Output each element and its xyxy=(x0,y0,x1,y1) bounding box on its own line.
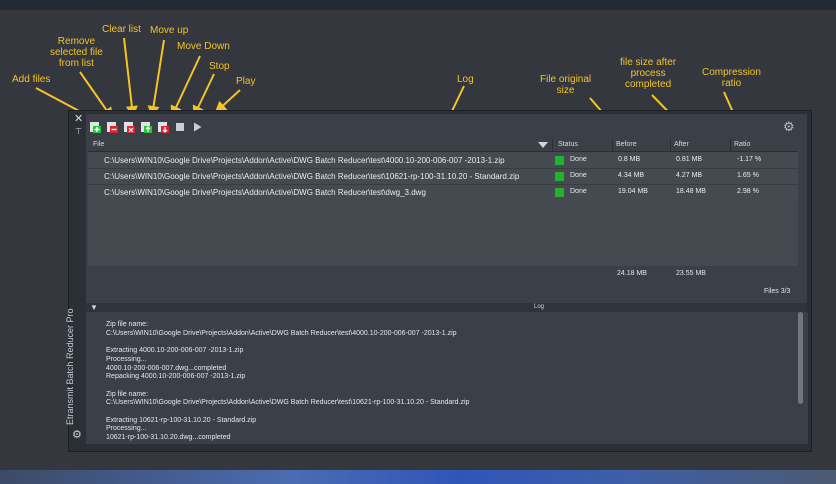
cell-ratio: 1.65 % xyxy=(737,172,759,179)
stop-button[interactable] xyxy=(173,120,187,134)
log-line: Extracting 4000.10-200-006-007 -2013-1.z… xyxy=(106,347,244,355)
column-file[interactable]: File xyxy=(93,141,104,148)
collapse-triangle-icon[interactable]: ▼ xyxy=(90,304,98,312)
cell-status: Done xyxy=(570,188,587,195)
log-header[interactable]: ▼ Log xyxy=(86,303,807,312)
cell-before: 19.04 MB xyxy=(618,188,648,195)
cell-ratio: -1.17 % xyxy=(737,156,762,163)
cell-before: 0.8 MB xyxy=(618,156,641,163)
cell-file: C:\Users\WIN10\Google Drive\Projects\Add… xyxy=(104,156,505,165)
arrow-move-up xyxy=(147,39,165,118)
play-icon xyxy=(194,122,202,132)
clear-list-icon xyxy=(124,122,135,133)
add-files-icon xyxy=(90,122,101,133)
table-row[interactable]: C:\Users\WIN10\Google Drive\Projects\Add… xyxy=(88,185,798,200)
move-down-icon xyxy=(158,122,169,133)
table-row[interactable]: C:\Users\WIN10\Google Drive\Projects\Add… xyxy=(88,169,798,184)
files-count: Files 3/3 xyxy=(764,288,791,295)
cell-before: 4.34 MB xyxy=(618,172,645,179)
log-line: C:\Users\WIN10\Google Drive\Projects\Add… xyxy=(106,399,470,407)
arrow-move-down xyxy=(170,55,201,118)
cell-status: Done xyxy=(570,172,587,179)
log-line: Zip file name: xyxy=(106,390,149,398)
chevron-down-icon xyxy=(538,142,548,148)
remove-file-icon xyxy=(107,122,118,133)
column-before[interactable]: Before xyxy=(616,141,637,148)
move-up-button[interactable] xyxy=(139,120,153,134)
log-line: Repacking 4000.10-200-006-007 -2013-1.zi… xyxy=(106,373,246,381)
cell-after: 18.48 MB xyxy=(676,188,706,195)
status-indicator xyxy=(555,188,564,197)
log-line: 4000.10-200-006-007.dwg...completed xyxy=(106,364,227,372)
stop-icon xyxy=(176,123,184,131)
cell-status: Done xyxy=(570,156,587,163)
play-button[interactable] xyxy=(190,120,204,134)
cell-ratio: 2.98 % xyxy=(737,188,759,195)
total-after: 23.55 MB xyxy=(676,270,706,277)
cell-file: C:\Users\WIN10\Google Drive\Projects\Add… xyxy=(104,188,426,197)
add-files-button[interactable] xyxy=(88,120,102,134)
clear-list-button[interactable] xyxy=(122,120,136,134)
log-line: Processing... xyxy=(106,425,147,433)
file-list-header: File Status Before After Ratio xyxy=(88,139,798,152)
status-indicator xyxy=(555,156,564,165)
log-line: 10621-rp-100-31.10.20.dwg...completed xyxy=(106,434,231,442)
log-line: Processing... xyxy=(106,355,147,363)
toolbar xyxy=(88,118,204,136)
move-up-icon xyxy=(141,122,152,133)
move-down-button[interactable] xyxy=(156,120,170,134)
log-line: Extracting 10621-rp-100-31.10.20 - Stand… xyxy=(106,416,257,424)
pin-icon[interactable]: ⊤ xyxy=(75,127,82,136)
arrow-play xyxy=(214,89,241,114)
column-ratio[interactable]: Ratio xyxy=(734,141,750,148)
column-after[interactable]: After xyxy=(674,141,689,148)
log-title: Log xyxy=(534,304,545,310)
log-scrollbar[interactable] xyxy=(798,312,803,404)
close-icon[interactable]: ✕ xyxy=(74,114,83,125)
palette-settings-icon[interactable]: ⚙ xyxy=(72,428,82,441)
log-line: Zip file name: xyxy=(106,321,149,328)
arrow-clear-list xyxy=(123,37,138,118)
cell-file: C:\Users\WIN10\Google Drive\Projects\Add… xyxy=(104,172,520,181)
log-line: C:\Users\WIN10\Google Drive\Projects\Add… xyxy=(106,329,457,337)
cell-after: 4.27 MB xyxy=(676,172,703,179)
remove-file-button[interactable] xyxy=(105,120,119,134)
cell-after: 0.81 MB xyxy=(676,156,703,163)
table-row[interactable]: C:\Users\WIN10\Google Drive\Projects\Add… xyxy=(88,153,798,168)
settings-gear-icon[interactable]: ⚙ xyxy=(783,120,795,133)
status-indicator xyxy=(555,172,564,181)
total-before: 24.18 MB xyxy=(617,270,647,277)
column-status[interactable]: Status xyxy=(558,141,578,148)
